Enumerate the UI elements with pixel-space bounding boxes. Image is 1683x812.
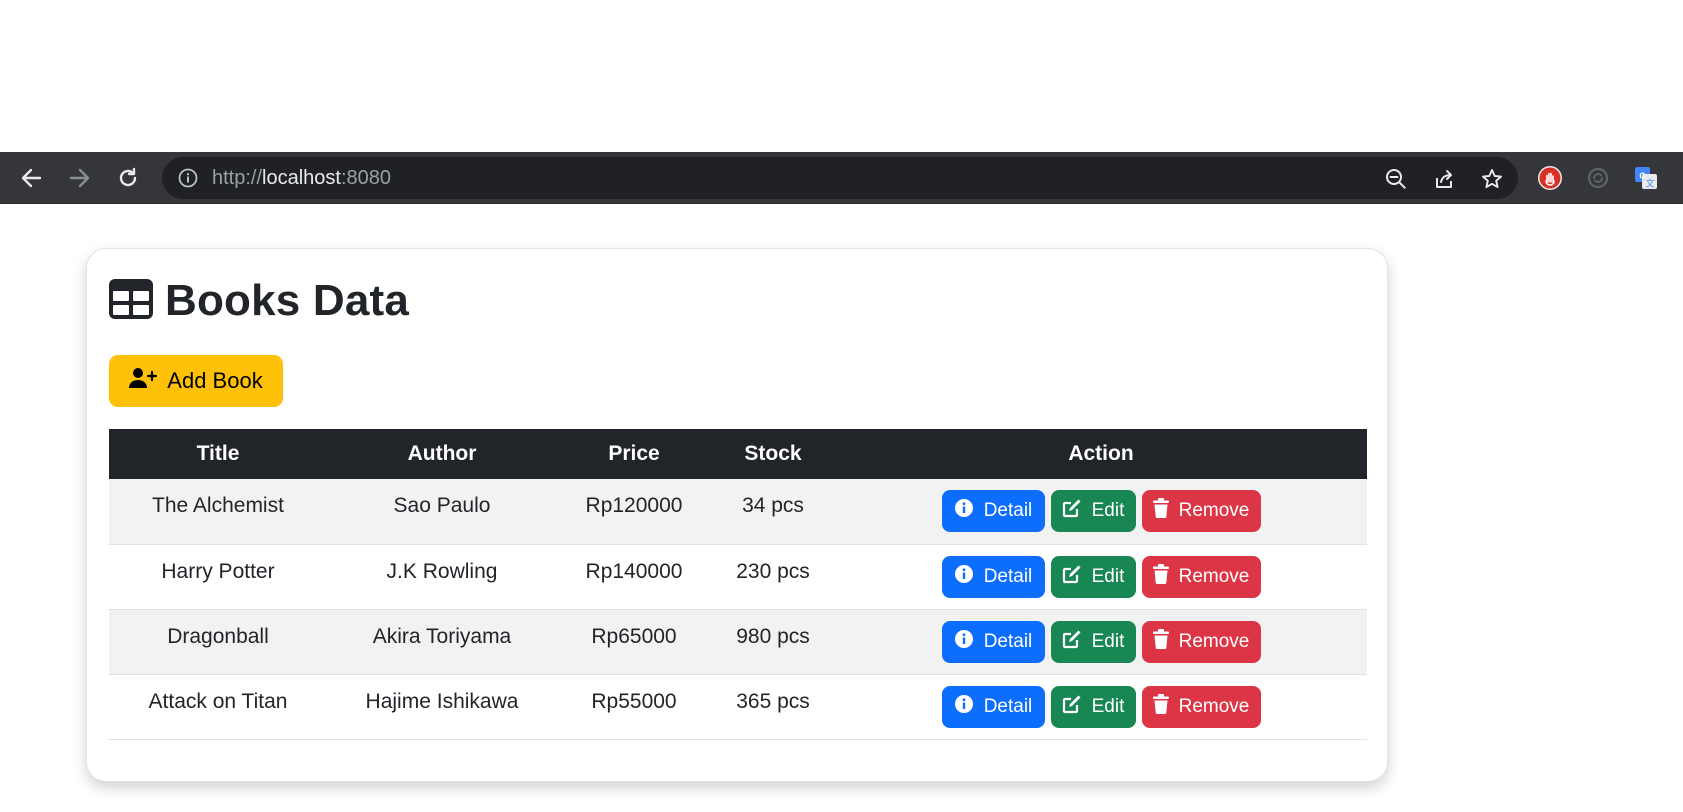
table-icon bbox=[109, 278, 153, 324]
arrow-left-icon[interactable] bbox=[15, 162, 47, 194]
cell-actions: Detail Edit Remove bbox=[835, 544, 1367, 610]
add-book-button[interactable]: Add Book bbox=[109, 355, 283, 407]
trash-icon bbox=[1152, 498, 1169, 524]
cell-stock: 34 pcs bbox=[711, 479, 835, 545]
remove-button[interactable]: Remove bbox=[1141, 555, 1261, 598]
edit-label: Edit bbox=[1091, 630, 1125, 652]
detail-label: Detail bbox=[983, 695, 1033, 717]
url-host: localhost bbox=[262, 167, 341, 189]
edit-label: Edit bbox=[1091, 565, 1125, 587]
cell-title: Dragonball bbox=[109, 609, 327, 675]
detail-button[interactable]: Detail bbox=[941, 555, 1045, 598]
info-circle-icon bbox=[954, 564, 974, 590]
info-circle-icon bbox=[954, 498, 974, 524]
remove-button[interactable]: Remove bbox=[1141, 490, 1261, 533]
svg-text:文: 文 bbox=[1645, 178, 1654, 189]
table-row: The Alchemist Sao Paulo Rp120000 34 pcs … bbox=[109, 479, 1367, 545]
header-title: Title bbox=[196, 442, 240, 465]
translate-extension-icon[interactable]: G文 bbox=[1632, 164, 1660, 192]
info-icon[interactable] bbox=[178, 168, 198, 188]
cell-author: J.K Rowling bbox=[327, 544, 557, 610]
detail-button[interactable]: Detail bbox=[941, 620, 1045, 663]
cell-author: Sao Paulo bbox=[327, 479, 557, 545]
row-actions: Detail Edit Remove bbox=[835, 555, 1367, 598]
table-row: Harry Potter J.K Rowling Rp140000 230 pc… bbox=[109, 544, 1367, 610]
page-title: Books Data bbox=[165, 276, 410, 325]
reload-icon[interactable] bbox=[112, 162, 144, 194]
detail-label: Detail bbox=[983, 500, 1033, 522]
header-price: Price bbox=[608, 442, 660, 465]
zoom-out-icon[interactable] bbox=[1384, 167, 1408, 191]
row-actions: Detail Edit Remove bbox=[835, 620, 1367, 663]
remove-label: Remove bbox=[1178, 500, 1250, 522]
url-port: :8080 bbox=[340, 167, 392, 189]
remove-label: Remove bbox=[1178, 695, 1250, 717]
remove-button[interactable]: Remove bbox=[1141, 685, 1261, 728]
browser-toolbar: http://localhost:8080 G文 bbox=[0, 152, 1683, 204]
detail-label: Detail bbox=[983, 630, 1033, 652]
detail-button[interactable]: Detail bbox=[941, 685, 1045, 728]
header-author: Author bbox=[407, 442, 477, 465]
cell-title: Harry Potter bbox=[109, 544, 327, 610]
books-table: Title Author Price Stock Action The Alch… bbox=[109, 429, 1367, 740]
edit-icon bbox=[1062, 629, 1082, 655]
header-stock: Stock bbox=[744, 442, 802, 465]
edit-button[interactable]: Edit bbox=[1050, 685, 1136, 728]
table-row: Attack on Titan Hajime Ishikawa Rp55000 … bbox=[109, 674, 1367, 740]
cell-price: Rp140000 bbox=[557, 544, 711, 610]
edit-button[interactable]: Edit bbox=[1050, 620, 1136, 663]
trash-icon bbox=[1152, 693, 1169, 720]
header-action: Action bbox=[1068, 442, 1134, 465]
stop-hand-extension-icon[interactable] bbox=[1536, 164, 1564, 192]
cell-price: Rp55000 bbox=[557, 674, 711, 740]
user-plus-icon bbox=[129, 367, 158, 395]
edit-label: Edit bbox=[1091, 500, 1125, 522]
remove-button[interactable]: Remove bbox=[1141, 620, 1261, 663]
address-bar[interactable]: http://localhost:8080 bbox=[162, 157, 1518, 199]
trash-icon bbox=[1152, 563, 1169, 590]
info-circle-icon bbox=[954, 629, 974, 655]
detail-button[interactable]: Detail bbox=[941, 490, 1045, 533]
edit-icon bbox=[1062, 694, 1082, 720]
sync-extension-icon[interactable] bbox=[1584, 164, 1612, 192]
blank-area bbox=[0, 0, 1683, 152]
cell-stock: 365 pcs bbox=[711, 674, 835, 740]
edit-button[interactable]: Edit bbox=[1050, 555, 1136, 598]
remove-label: Remove bbox=[1178, 630, 1250, 652]
table-row: Dragonball Akira Toriyama Rp65000 980 pc… bbox=[109, 609, 1367, 675]
cell-author: Hajime Ishikawa bbox=[327, 674, 557, 740]
edit-icon bbox=[1062, 498, 1082, 524]
cell-price: Rp65000 bbox=[557, 609, 711, 675]
table-header-row: Title Author Price Stock Action bbox=[109, 429, 1367, 479]
edit-label: Edit bbox=[1091, 695, 1125, 717]
cell-title: Attack on Titan bbox=[109, 674, 327, 740]
info-circle-icon bbox=[954, 694, 974, 720]
share-icon[interactable] bbox=[1432, 167, 1456, 191]
url-text[interactable]: http://localhost:8080 bbox=[212, 157, 391, 199]
cell-actions: Detail Edit Remove bbox=[835, 479, 1367, 545]
cell-title: The Alchemist bbox=[109, 479, 327, 545]
cell-stock: 230 pcs bbox=[711, 544, 835, 610]
add-book-label: Add Book bbox=[167, 368, 263, 393]
cell-actions: Detail Edit Remove bbox=[835, 609, 1367, 675]
edit-button[interactable]: Edit bbox=[1050, 490, 1136, 533]
row-actions: Detail Edit Remove bbox=[835, 685, 1367, 728]
star-icon[interactable] bbox=[1480, 167, 1504, 191]
cell-author: Akira Toriyama bbox=[327, 609, 557, 675]
arrow-right-icon[interactable] bbox=[64, 162, 96, 194]
url-scheme: http:// bbox=[212, 167, 263, 189]
edit-icon bbox=[1062, 564, 1082, 590]
books-card: Books Data Add Book Title Author Price S… bbox=[86, 248, 1388, 782]
row-actions: Detail Edit Remove bbox=[835, 490, 1367, 533]
page-title-row: Books Data bbox=[109, 273, 409, 329]
remove-label: Remove bbox=[1178, 565, 1250, 587]
cell-actions: Detail Edit Remove bbox=[835, 674, 1367, 740]
detail-label: Detail bbox=[983, 565, 1033, 587]
cell-stock: 980 pcs bbox=[711, 609, 835, 675]
cell-price: Rp120000 bbox=[557, 479, 711, 545]
trash-icon bbox=[1152, 628, 1169, 655]
